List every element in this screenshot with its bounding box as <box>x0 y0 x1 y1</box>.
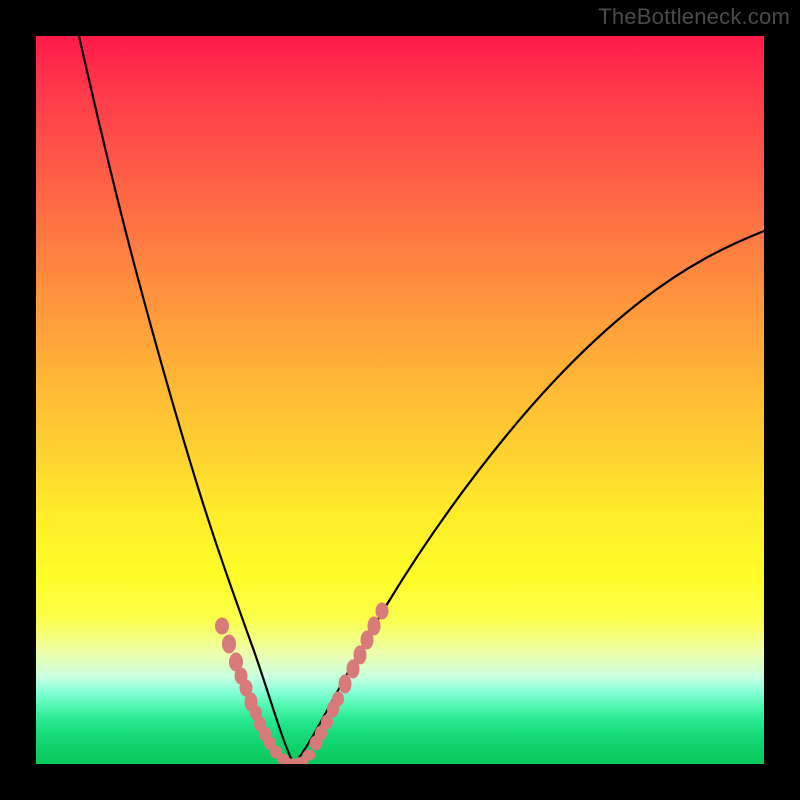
chart-svg <box>36 36 764 764</box>
data-point <box>354 646 366 664</box>
curve-lines <box>79 36 764 764</box>
plot-gradient-area <box>36 36 764 764</box>
right-curve <box>294 231 764 764</box>
data-point <box>339 675 351 693</box>
data-point <box>333 692 344 706</box>
watermark-text: TheBottleneck.com <box>598 4 790 30</box>
data-point <box>376 603 388 619</box>
data-point <box>216 618 229 634</box>
data-point <box>368 617 380 635</box>
data-point <box>223 635 236 653</box>
chart-container: TheBottleneck.com <box>0 0 800 800</box>
left-curve <box>79 36 294 764</box>
data-point <box>303 750 315 760</box>
highlighted-points-group <box>216 603 389 764</box>
data-point <box>322 715 333 729</box>
